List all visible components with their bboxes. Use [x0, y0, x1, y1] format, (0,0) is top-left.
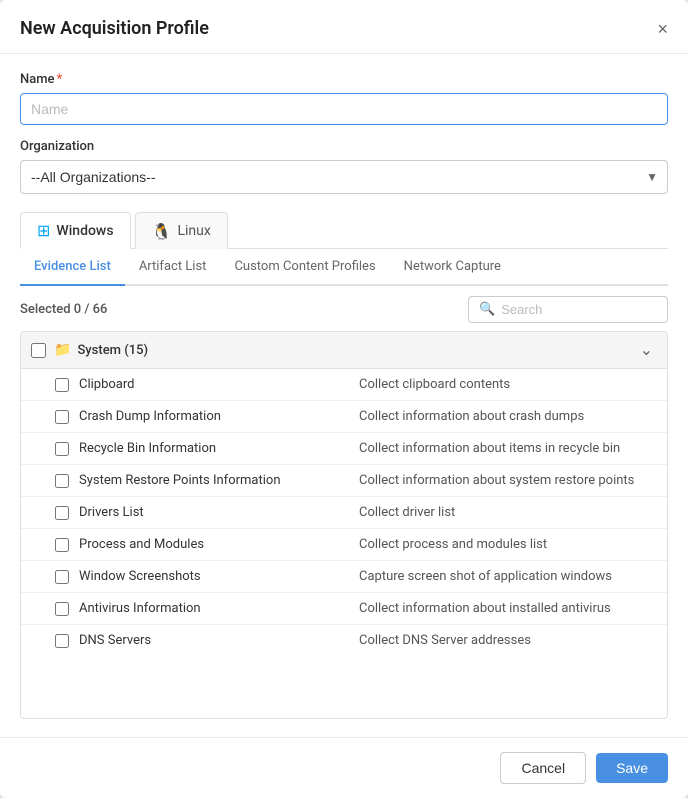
search-icon: 🔍	[479, 302, 495, 317]
item-desc: Collect information about items in recyc…	[359, 441, 657, 456]
list-item: Antivirus Information Collect informatio…	[21, 593, 667, 625]
close-button[interactable]: ×	[657, 20, 668, 38]
org-select[interactable]: --All Organizations--	[20, 160, 668, 194]
list-item: Process and Modules Collect process and …	[21, 529, 667, 561]
search-input[interactable]	[501, 302, 657, 317]
item-checkbox-recycle-bin[interactable]	[55, 442, 69, 456]
tab-windows[interactable]: ⊞ Windows	[20, 212, 131, 249]
required-indicator: *	[57, 72, 63, 87]
item-name: Drivers List	[79, 505, 359, 520]
list-header: Selected 0 / 66 🔍	[20, 286, 668, 331]
modal-body: Name* Organization --All Organizations--…	[0, 54, 688, 737]
item-checkbox-clipboard[interactable]	[55, 378, 69, 392]
modal-title: New Acquisition Profile	[20, 18, 209, 39]
list-item: Recycle Bin Information Collect informat…	[21, 433, 667, 465]
item-name: Clipboard	[79, 377, 359, 392]
item-name: DNS Servers	[79, 633, 359, 648]
list-item: Window Screenshots Capture screen shot o…	[21, 561, 667, 593]
group-name: System (15)	[77, 343, 635, 358]
list-item: Clipboard Collect clipboard contents	[21, 369, 667, 401]
tab-artifact-list[interactable]: Artifact List	[125, 249, 221, 286]
list-item: System Restore Points Information Collec…	[21, 465, 667, 497]
tab-custom-content-profiles[interactable]: Custom Content Profiles	[220, 249, 389, 286]
org-select-wrapper: --All Organizations-- ▼	[20, 160, 668, 194]
item-name: Window Screenshots	[79, 569, 359, 584]
item-desc: Collect information about crash dumps	[359, 409, 657, 424]
list-item: DNS Servers Collect DNS Server addresses	[21, 625, 667, 656]
item-name: Antivirus Information	[79, 601, 359, 616]
os-tab-bar: ⊞ Windows 🐧 Linux	[20, 212, 668, 249]
tab-evidence-list[interactable]: Evidence List	[20, 249, 125, 286]
collapse-button[interactable]: ⌄	[636, 340, 657, 360]
evidence-list: 📁 System (15) ⌄ Clipboard Collect clipbo…	[20, 331, 668, 719]
list-item: Drivers List Collect driver list	[21, 497, 667, 529]
group-header: 📁 System (15) ⌄	[21, 332, 667, 369]
name-field-group: Name*	[20, 72, 668, 139]
item-checkbox-dns[interactable]	[55, 634, 69, 648]
item-name: Recycle Bin Information	[79, 441, 359, 456]
item-desc: Collect process and modules list	[359, 537, 657, 552]
item-checkbox-process-modules[interactable]	[55, 538, 69, 552]
item-name: System Restore Points Information	[79, 473, 359, 488]
tab-linux[interactable]: 🐧 Linux	[135, 212, 228, 249]
group-checkbox[interactable]	[31, 343, 46, 358]
item-checkbox-antivirus[interactable]	[55, 602, 69, 616]
new-acquisition-profile-modal: New Acquisition Profile × Name* Organiza…	[0, 0, 688, 798]
item-checkbox-crash-dump[interactable]	[55, 410, 69, 424]
item-desc: Collect information about system restore…	[359, 473, 657, 488]
tab-windows-label: Windows	[56, 223, 113, 239]
windows-icon: ⊞	[37, 221, 50, 240]
organization-field-group: Organization --All Organizations-- ▼	[20, 139, 668, 212]
folder-icon: 📁	[54, 342, 71, 358]
item-desc: Collect DNS Server addresses	[359, 633, 657, 648]
item-checkbox-restore-points[interactable]	[55, 474, 69, 488]
linux-icon: 🐧	[152, 222, 172, 241]
tab-linux-label: Linux	[177, 223, 210, 239]
org-label: Organization	[20, 139, 668, 154]
list-item: Crash Dump Information Collect informati…	[21, 401, 667, 433]
name-label: Name*	[20, 72, 668, 87]
selected-count: Selected 0 / 66	[20, 302, 107, 317]
item-desc: Collect clipboard contents	[359, 377, 657, 392]
item-desc: Collect information about installed anti…	[359, 601, 657, 616]
content-tab-bar: Evidence List Artifact List Custom Conte…	[20, 249, 668, 286]
item-desc: Collect driver list	[359, 505, 657, 520]
modal-header: New Acquisition Profile ×	[0, 0, 688, 54]
name-input[interactable]	[20, 93, 668, 125]
tab-network-capture[interactable]: Network Capture	[390, 249, 515, 286]
item-name: Process and Modules	[79, 537, 359, 552]
item-desc: Capture screen shot of application windo…	[359, 569, 657, 584]
item-checkbox-screenshots[interactable]	[55, 570, 69, 584]
item-checkbox-drivers[interactable]	[55, 506, 69, 520]
search-box: 🔍	[468, 296, 668, 323]
modal-footer: Cancel Save	[0, 737, 688, 798]
item-name: Crash Dump Information	[79, 409, 359, 424]
save-button[interactable]: Save	[596, 753, 668, 783]
cancel-button[interactable]: Cancel	[500, 752, 586, 784]
